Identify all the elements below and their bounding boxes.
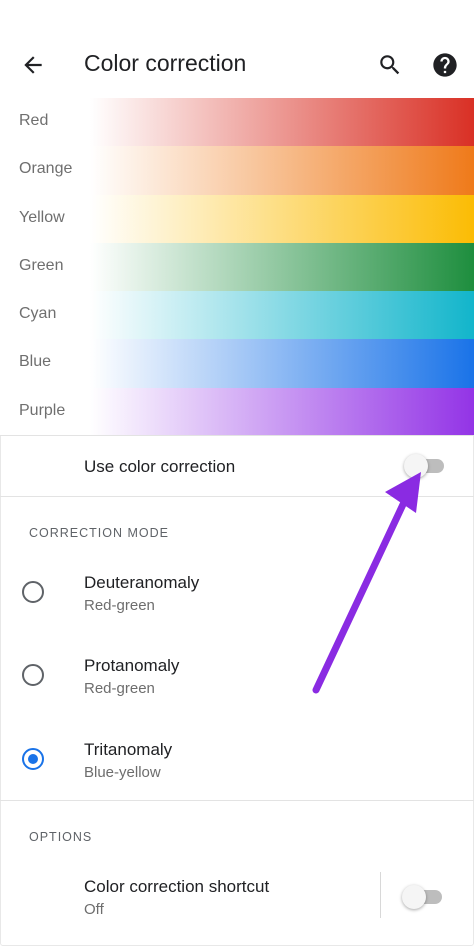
color-row-orange: Orange xyxy=(0,146,474,195)
divider xyxy=(0,800,474,801)
color-label: Yellow xyxy=(19,208,65,226)
radio-protanomaly[interactable] xyxy=(22,664,44,686)
radio-tritanomaly[interactable] xyxy=(22,748,44,770)
option-subtitle: Red-green xyxy=(84,597,155,614)
color-label: Orange xyxy=(19,160,73,178)
color-label: Purple xyxy=(19,401,66,419)
arrow-left-icon[interactable] xyxy=(20,52,46,78)
toggle-thumb xyxy=(404,454,428,478)
search-icon[interactable] xyxy=(377,52,403,78)
correction-mode-header: CORRECTION MODE xyxy=(29,526,169,540)
use-color-correction-toggle[interactable] xyxy=(404,452,446,480)
use-color-correction-label: Use color correction xyxy=(84,457,236,476)
option-title: Tritanomaly xyxy=(84,740,173,759)
options-header: OPTIONS xyxy=(29,830,93,844)
toggle-thumb xyxy=(402,885,426,909)
color-row-yellow: Yellow xyxy=(0,194,474,243)
app-bar: Color correction xyxy=(0,0,474,98)
color-label: Blue xyxy=(19,353,52,371)
color-label: Green xyxy=(19,256,64,274)
option-title: Deuteranomaly xyxy=(84,573,200,592)
option-subtitle: Blue-yellow xyxy=(84,764,161,781)
divider xyxy=(0,496,474,497)
option-title: Protanomaly xyxy=(84,656,180,675)
page-title: Color correction xyxy=(84,50,247,76)
help-icon[interactable] xyxy=(431,51,459,79)
radio-deuteranomaly[interactable] xyxy=(22,581,44,603)
color-row-red: Red xyxy=(0,98,474,147)
shortcut-title: Color correction shortcut xyxy=(84,877,270,896)
vertical-divider xyxy=(380,872,381,918)
color-row-purple: Purple xyxy=(0,387,474,437)
shortcut-toggle[interactable] xyxy=(402,883,444,911)
color-row-blue: Blue xyxy=(0,339,474,388)
option-subtitle: Red-green xyxy=(84,680,155,697)
shortcut-subtitle: Off xyxy=(84,901,104,918)
color-row-green: Green xyxy=(0,242,474,292)
color-preview: Red Orange Yellow Green Cyan Blue Purple xyxy=(0,98,474,437)
color-row-cyan: Cyan xyxy=(0,291,474,340)
divider xyxy=(0,435,474,436)
color-label: Cyan xyxy=(19,305,57,323)
color-label: Red xyxy=(19,112,49,129)
